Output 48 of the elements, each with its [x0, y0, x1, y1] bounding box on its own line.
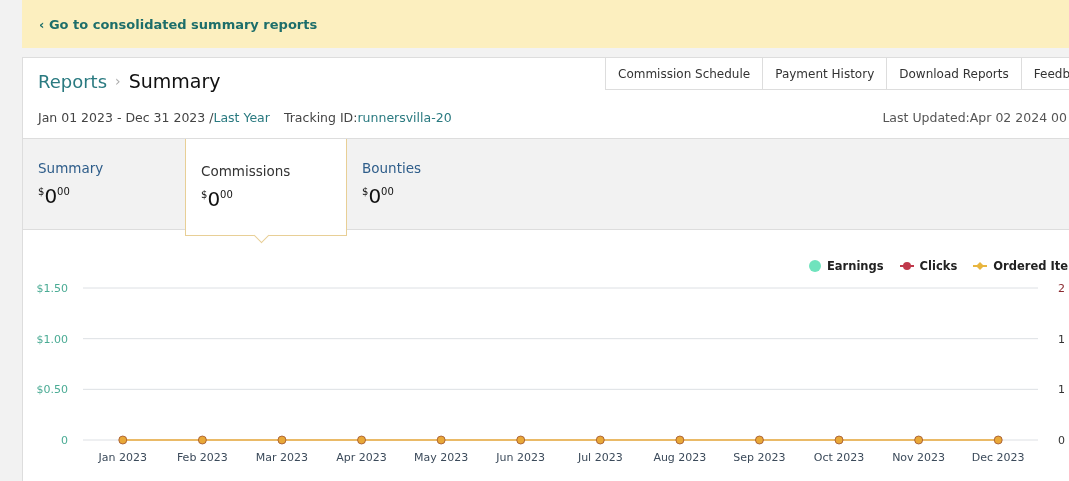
x-axis-label: Feb 2023: [176, 451, 228, 464]
y-axis-label: $1.00: [36, 332, 68, 346]
nav-tab[interactable]: Payment History: [762, 58, 887, 90]
nav-tab[interactable]: Feedb: [1020, 58, 1069, 90]
legend-label: Clicks: [919, 259, 958, 273]
tracking-id: runnersvilla-20: [357, 109, 452, 125]
data-point: [357, 435, 366, 445]
last-updated: Last Updated:Apr 02 2024 00: [882, 109, 1067, 125]
data-point: [516, 435, 526, 445]
x-axis-label: Sep 2023: [733, 451, 786, 464]
data-point: [675, 435, 685, 445]
y-axis-label: 1: [1058, 332, 1065, 346]
data-point: [914, 435, 924, 445]
date-range: Jan 01 2023 - Dec 31 2023 /: [38, 109, 214, 125]
page-title: Summary: [128, 70, 221, 92]
x-axis-label: Nov 2023: [892, 451, 946, 464]
y-axis-label: 0: [1058, 434, 1065, 447]
x-axis-label: Aug 2023: [653, 451, 707, 464]
x-axis-label: Dec 2023: [971, 451, 1025, 464]
data-point: [436, 435, 446, 445]
data-point: [277, 435, 287, 445]
nav-tab[interactable]: Commission Schedule: [605, 58, 763, 90]
y-axis-label: $0.50: [36, 383, 68, 397]
data-point: [118, 435, 128, 445]
data-point: [198, 435, 207, 445]
data-point: [595, 435, 605, 445]
x-axis-label: Mar 2023: [255, 451, 309, 464]
nav-tab[interactable]: Download Reports: [886, 58, 1021, 90]
tracking-label: Tracking ID:: [283, 109, 358, 125]
y-axis-label: 1: [1058, 383, 1065, 397]
y-axis-label: 0: [61, 434, 68, 447]
x-axis-label: May 2023: [414, 451, 469, 464]
period-link[interactable]: Last Year: [213, 109, 270, 125]
data-point: [755, 435, 764, 445]
back-link[interactable]: ‹ Go to consolidated summary reports: [39, 16, 318, 32]
breadcrumb-link[interactable]: Reports: [38, 70, 108, 92]
x-axis-label: Jun 2023: [496, 451, 546, 464]
legend-label: Earnings: [826, 259, 884, 273]
data-point: [834, 435, 844, 445]
y-axis-label: $1.50: [36, 282, 68, 295]
x-axis-label: Jul 2023: [577, 451, 623, 464]
x-axis-label: Jan 2023: [98, 451, 147, 464]
breadcrumb-separator: ›: [115, 73, 121, 89]
x-axis-label: Apr 2023: [336, 451, 387, 464]
legend-label: Ordered Ite: [993, 259, 1068, 273]
x-axis-label: Oct 2023: [813, 451, 865, 464]
data-point: [993, 435, 1003, 445]
y-axis-label: 2: [1058, 282, 1065, 295]
